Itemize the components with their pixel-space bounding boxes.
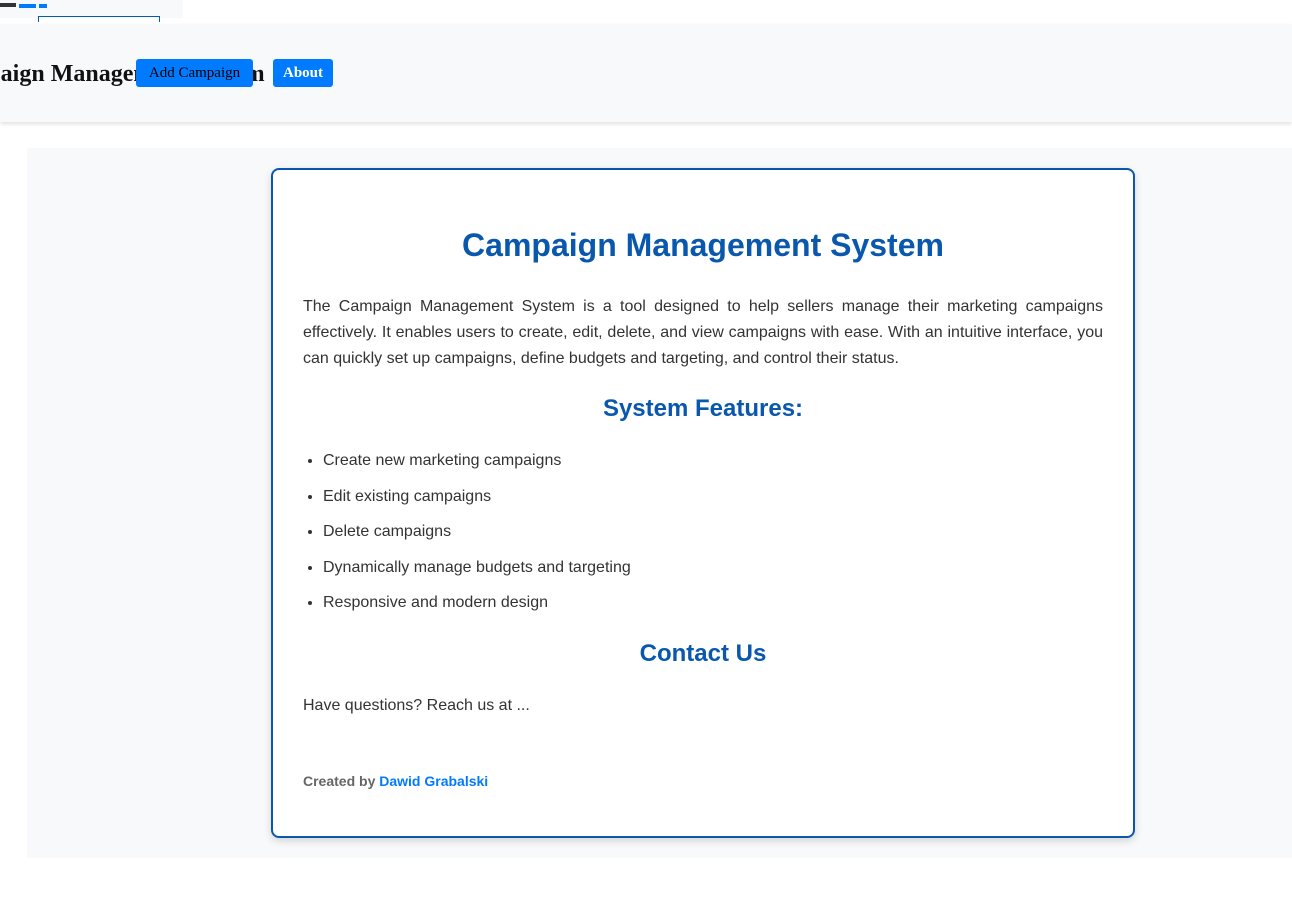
created-by-label: Created by [303, 773, 376, 789]
list-item: Create new marketing campaigns [323, 450, 631, 486]
about-button[interactable]: About [273, 59, 333, 87]
main-content: Campaign Management System The Campaign … [27, 148, 1292, 858]
list-item: Responsive and modern design [323, 592, 631, 628]
contact-heading: Contact Us [639, 640, 767, 667]
author-credit: Created by Dawid Grabalski [303, 773, 488, 789]
system-description: The Campaign Management System is a tool… [303, 298, 1103, 367]
page-title: Campaign Management System [462, 227, 944, 263]
thumbnail-brand [0, 3, 16, 7]
list-item: Edit existing campaigns [323, 486, 631, 522]
navbar: Campaign Management System Add Campaign … [0, 24, 1292, 122]
contact-text: Have questions? Reach us at ... [303, 697, 530, 714]
page-thumbnail [0, 0, 183, 22]
list-item: Dynamically manage budgets and targeting [323, 557, 631, 593]
thumbnail-card-edge [38, 16, 160, 17]
add-campaign-button[interactable]: Add Campaign [136, 59, 253, 87]
thumbnail-about-button [39, 4, 47, 8]
about-card: Campaign Management System The Campaign … [271, 168, 1135, 838]
list-item: Delete campaigns [323, 521, 631, 557]
features-list: Create new marketing campaigns Edit exis… [323, 450, 631, 628]
author-link[interactable]: Dawid Grabalski [379, 773, 488, 789]
thumbnail-add-button [19, 4, 36, 8]
features-heading: System Features: [602, 395, 804, 422]
